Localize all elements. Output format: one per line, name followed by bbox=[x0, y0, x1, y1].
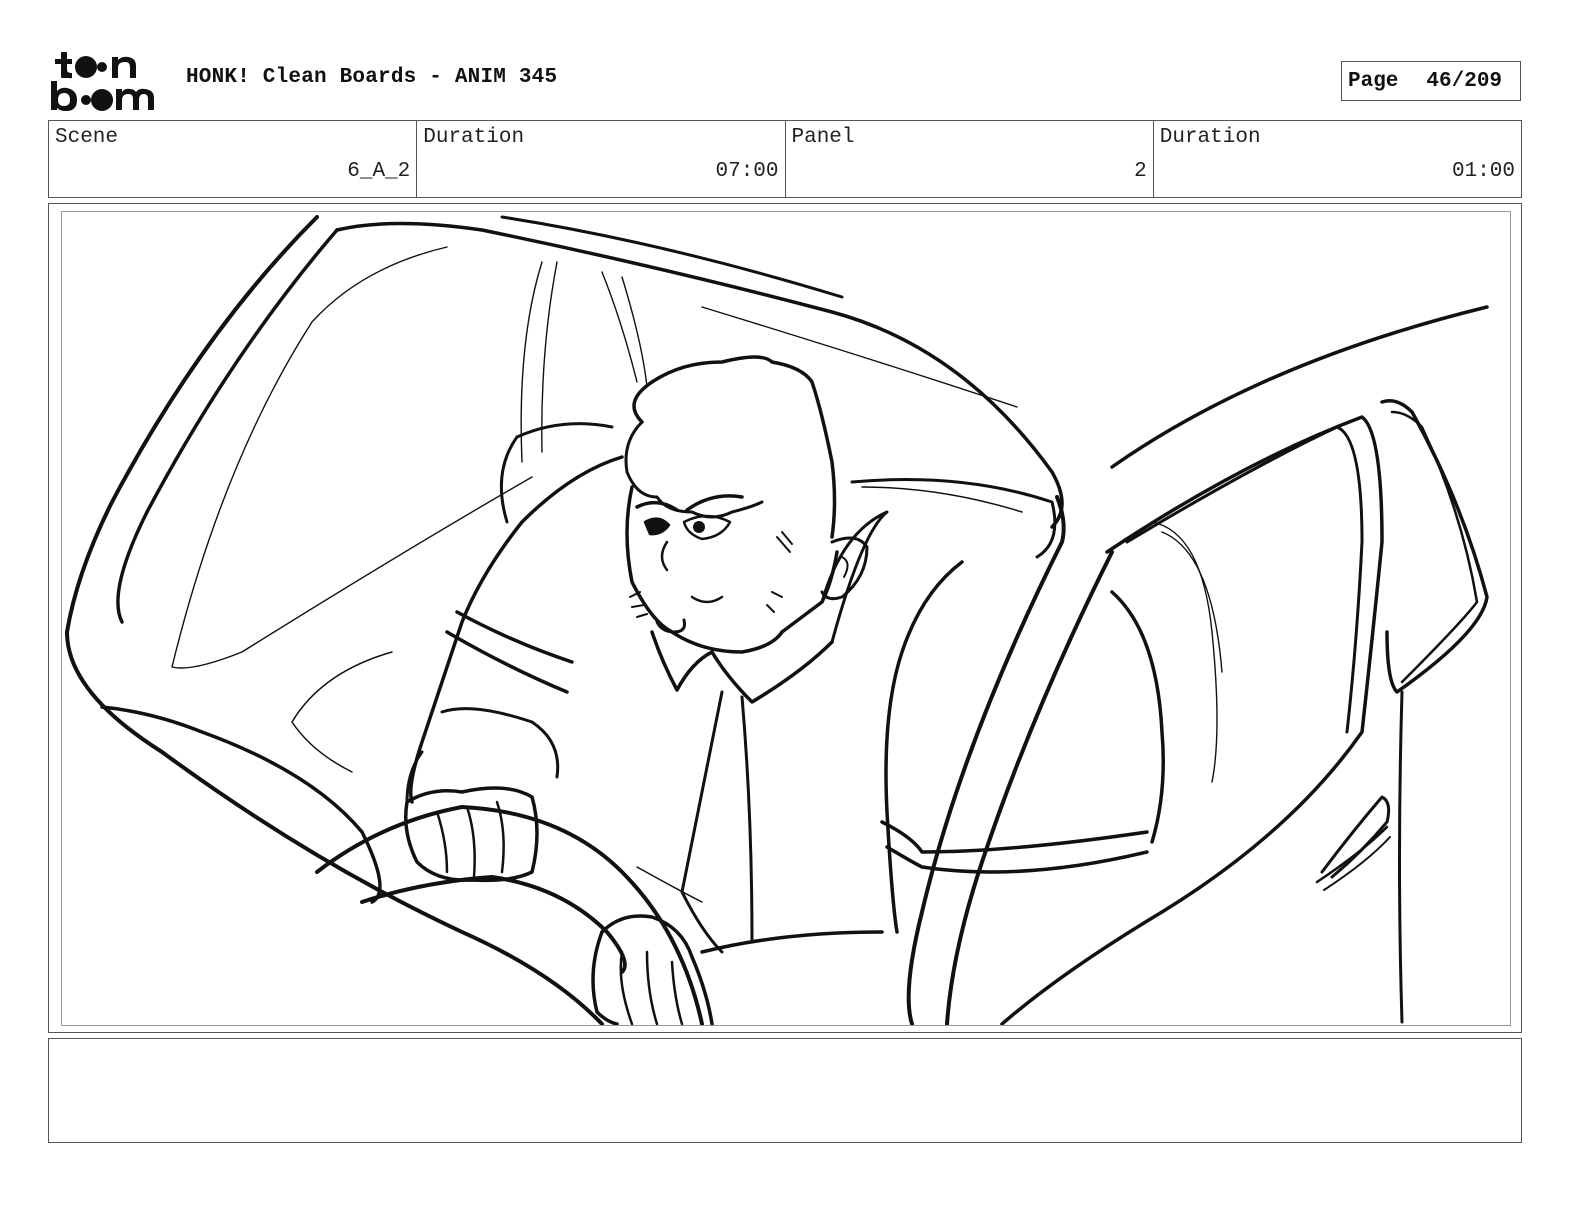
panel-value: 2 bbox=[1134, 160, 1147, 183]
scene-value: 6_A_2 bbox=[347, 160, 411, 183]
panel-duration-cell: Duration 01:00 bbox=[1154, 121, 1521, 197]
info-row: Scene 6_A_2 Duration 07:00 Panel 2 Durat… bbox=[48, 120, 1522, 198]
panel-duration-label: Duration bbox=[1159, 126, 1261, 149]
scene-cell: Scene 6_A_2 bbox=[49, 121, 418, 197]
page-label: Page bbox=[1348, 69, 1399, 93]
scene-duration-value: 07:00 bbox=[715, 160, 779, 183]
panel-duration-value: 01:00 bbox=[1451, 160, 1515, 183]
panel-cell: Panel 2 bbox=[786, 121, 1154, 197]
storyboard-panel bbox=[48, 203, 1522, 1033]
page-indicator: Page 46/209 bbox=[1341, 61, 1521, 101]
notes-area bbox=[48, 1038, 1522, 1143]
storyboard-drawing bbox=[65, 215, 1489, 1025]
panel-frame bbox=[61, 211, 1511, 1026]
scene-duration-cell: Duration 07:00 bbox=[417, 121, 786, 197]
panel-label: Panel bbox=[791, 126, 855, 149]
page-number: 46/209 bbox=[1426, 69, 1503, 93]
toon-boom-logo bbox=[51, 52, 154, 111]
document-title: HONK! Clean Boards - ANIM 345 bbox=[186, 66, 558, 89]
scene-duration-label: Duration bbox=[423, 126, 525, 149]
scene-label: Scene bbox=[55, 126, 119, 149]
